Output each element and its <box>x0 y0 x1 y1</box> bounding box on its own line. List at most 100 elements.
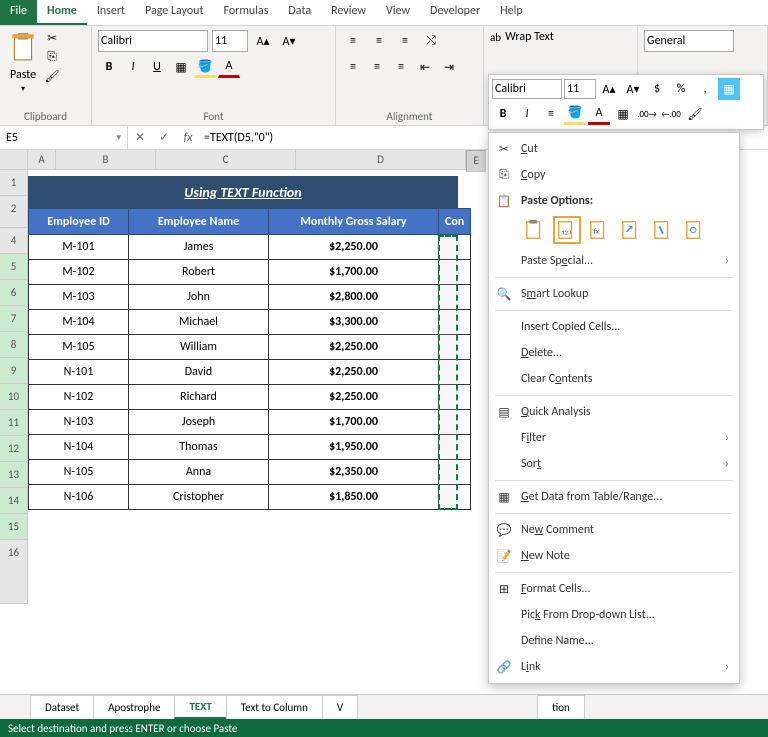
select-all-corner[interactable] <box>0 150 28 170</box>
sheet-tab-text-to-column[interactable]: Text to Column <box>226 695 323 719</box>
mini-comma-icon[interactable]: , <box>694 78 716 100</box>
tab-home[interactable]: Home <box>37 0 87 25</box>
ctx-quick-analysis[interactable]: ▤Quick Analysis <box>489 399 739 425</box>
cell-name[interactable]: James <box>129 235 269 260</box>
cell-salary[interactable]: $2,250.00 <box>269 335 439 360</box>
ctx-pick-list[interactable]: Pick From Drop-down List... <box>489 602 739 628</box>
ctx-clear-contents[interactable]: Clear Contents <box>489 366 739 392</box>
italic-button[interactable]: I <box>122 56 144 78</box>
col-E[interactable]: E <box>466 150 486 172</box>
chevron-down-icon[interactable]: ▾ <box>116 132 121 143</box>
row-16[interactable]: 16 <box>0 540 28 604</box>
row-2[interactable]: 2 <box>0 196 28 228</box>
ctx-define-name[interactable]: Define Name... <box>489 628 739 654</box>
table-row[interactable]: M-101James$2,250.00 <box>29 235 471 260</box>
cell-salary[interactable]: $1,850.00 <box>269 485 439 510</box>
tab-data[interactable]: Data <box>278 0 321 25</box>
format-painter-icon[interactable]: 🖌 <box>44 68 60 84</box>
table-row[interactable]: M-104Michael$3,300.00 <box>29 310 471 335</box>
ctx-delete[interactable]: Delete... <box>489 340 739 366</box>
name-box[interactable]: E5 ▾ <box>0 126 128 149</box>
align-left-icon[interactable]: ≡ <box>342 56 364 78</box>
cell-salary[interactable]: $3,300.00 <box>269 310 439 335</box>
ctx-format-cells[interactable]: ⊞Format Cells... <box>489 576 739 602</box>
ctx-sort[interactable]: Sort› <box>489 451 739 477</box>
fx-icon[interactable]: fx <box>176 131 200 145</box>
align-middle-icon[interactable]: ≡ <box>368 30 390 52</box>
mini-align-icon[interactable]: ≡ <box>540 103 562 125</box>
cancel-icon[interactable]: ✕ <box>128 130 152 145</box>
col-C[interactable]: C <box>156 150 296 170</box>
ctx-new-comment[interactable]: 💬New Comment <box>489 517 739 543</box>
row-7[interactable]: 7 <box>0 306 28 332</box>
cell-id[interactable]: N-103 <box>29 410 129 435</box>
cell-salary[interactable]: $2,800.00 <box>269 285 439 310</box>
cell-name[interactable]: Cristopher <box>129 485 269 510</box>
paste-values-icon[interactable]: 123 <box>553 216 581 244</box>
ctx-filter[interactable]: Filter› <box>489 425 739 451</box>
wrap-text-label[interactable]: Wrap Text <box>505 30 554 44</box>
mini-decrease-decimal-icon[interactable]: ←.00 <box>660 103 682 125</box>
tab-view[interactable]: View <box>376 0 420 25</box>
sheet-tab-text[interactable]: TEXT <box>174 695 226 719</box>
cell-salary[interactable]: $1,700.00 <box>269 410 439 435</box>
ctx-link[interactable]: 🔗Link› <box>489 654 739 680</box>
tab-formulas[interactable]: Formulas <box>213 0 278 25</box>
increase-font-icon[interactable]: A▴ <box>252 30 274 52</box>
mini-borders-icon[interactable]: ▦ <box>612 103 634 125</box>
decrease-indent-icon[interactable]: ⇤ <box>414 56 436 78</box>
cell-id[interactable]: N-105 <box>29 460 129 485</box>
align-center-icon[interactable]: ≡ <box>366 56 388 78</box>
mini-font-size[interactable] <box>564 79 596 99</box>
sheet-tab-dataset[interactable]: Dataset <box>30 695 94 719</box>
ctx-cut[interactable]: ✂Cut <box>489 136 739 162</box>
cell-name[interactable]: Richard <box>129 385 269 410</box>
wrap-text-icon[interactable]: ab <box>490 31 501 44</box>
tab-help[interactable]: Help <box>490 0 533 25</box>
table-row[interactable]: N-104Thomas$1,950.00 <box>29 435 471 460</box>
paste-formulas-icon[interactable]: fx <box>585 216 613 244</box>
increase-indent-icon[interactable]: ⇥ <box>438 56 460 78</box>
row-11[interactable]: 11 <box>0 410 28 436</box>
cell-salary[interactable]: $1,950.00 <box>269 435 439 460</box>
row-14[interactable]: 14 <box>0 488 28 514</box>
ctx-new-note[interactable]: 📝New Note <box>489 543 739 569</box>
row-6[interactable]: 6 <box>0 280 28 306</box>
mini-font-color-icon[interactable]: A <box>588 103 610 125</box>
mini-decrease-font-icon[interactable]: A▾ <box>622 78 644 100</box>
mini-fill-icon[interactable]: 🪣 <box>564 103 586 125</box>
cell-id[interactable]: N-101 <box>29 360 129 385</box>
table-row[interactable]: N-103Joseph$1,700.00 <box>29 410 471 435</box>
table-row[interactable]: N-106Cristopher$1,850.00 <box>29 485 471 510</box>
mini-accounting-icon[interactable]: $ <box>646 78 668 100</box>
table-row[interactable]: N-105Anna$2,350.00 <box>29 460 471 485</box>
bold-button[interactable]: B <box>98 56 120 78</box>
cell-name[interactable]: William <box>129 335 269 360</box>
cell-id[interactable]: M-104 <box>29 310 129 335</box>
ctx-insert-copied[interactable]: Insert Copied Cells... <box>489 314 739 340</box>
align-bottom-icon[interactable]: ≡ <box>394 30 416 52</box>
row-10[interactable]: 10 <box>0 384 28 410</box>
cell-salary[interactable]: $2,250.00 <box>269 235 439 260</box>
row-4[interactable]: 4 <box>0 228 28 254</box>
sheet-tab-tion[interactable]: tion <box>537 695 585 719</box>
cell-salary[interactable]: $2,250.00 <box>269 385 439 410</box>
mini-increase-decimal-icon[interactable]: .00→ <box>636 103 658 125</box>
cell-name[interactable]: John <box>129 285 269 310</box>
mini-font-name[interactable] <box>492 79 562 99</box>
fill-color-button[interactable]: 🪣 <box>194 56 216 78</box>
row-5[interactable]: 5 <box>0 254 28 280</box>
number-format-select[interactable] <box>644 30 734 52</box>
row-13[interactable]: 13 <box>0 462 28 488</box>
cell-id[interactable]: N-104 <box>29 435 129 460</box>
ctx-smart-lookup[interactable]: 🔍Smart Lookup <box>489 281 739 307</box>
font-size-select[interactable] <box>212 30 248 52</box>
align-top-icon[interactable]: ≡ <box>342 30 364 52</box>
cell-name[interactable]: Robert <box>129 260 269 285</box>
paste-all-icon[interactable] <box>521 216 549 244</box>
tab-insert[interactable]: Insert <box>87 0 135 25</box>
cell-id[interactable]: M-105 <box>29 335 129 360</box>
paste-transpose-icon[interactable] <box>617 216 645 244</box>
cell-id[interactable]: N-106 <box>29 485 129 510</box>
cell-id[interactable]: N-102 <box>29 385 129 410</box>
